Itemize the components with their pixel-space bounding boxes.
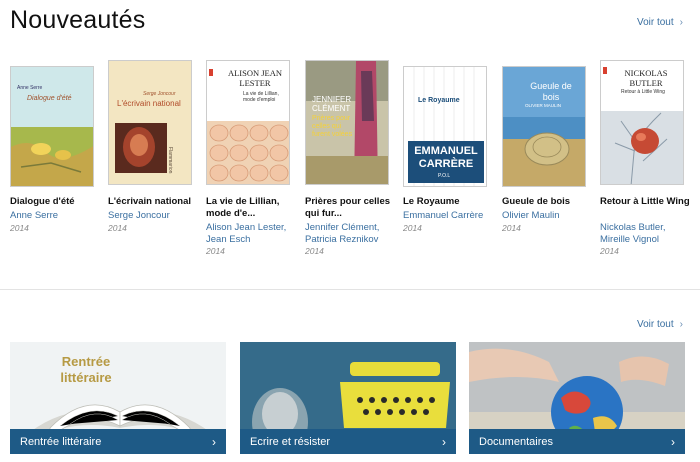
book-cover[interactable]: Gueule de bois OLIVIER MAULIN [502,66,586,187]
chevron-right-icon: › [679,319,683,330]
category-tile-ecrire-et-resister[interactable]: Ecrire et résister › [240,342,456,454]
book-title[interactable]: Retour à Little Wing [600,196,692,208]
tile-label: Ecrire et résister [250,435,331,448]
book-year: 2014 [108,223,127,233]
voir-tout-link-categories[interactable]: Voir tout › [637,319,683,330]
page-title: Nouveautés [10,6,146,34]
book-year: 2014 [403,223,422,233]
book-year: 2014 [206,246,225,256]
cover-author: Serge Joncour [143,91,176,97]
tile-art-title: Rentrée littéraire [60,354,112,385]
book-cover[interactable]: NICKOLAS BUTLER Retour à Little Wing [600,60,684,185]
tile-caption-bar[interactable]: Ecrire et résister › [240,429,456,454]
category-tile-documentaires[interactable]: Documentaires › [469,342,685,454]
tile-label: Documentaires [479,435,553,448]
cover-author: JENNIFER CLÉMENT [312,95,352,113]
book-author[interactable]: Anne Serre [10,210,104,222]
book-cover[interactable]: ALISON JEAN LESTER La vie de Lillian, mo… [206,60,290,185]
cover-publisher: Flammarion [167,147,173,174]
cover-title: La vie de Lillian, mode d'emploi [243,91,279,103]
chevron-right-icon: › [679,17,683,28]
tile-label: Rentrée littéraire [20,435,102,448]
cover-author: NICKOLAS BUTLER [624,68,668,88]
book-title[interactable]: L'écrivain national [108,196,200,208]
book-cover[interactable]: Serge Joncour L'écrivain national Flamma… [108,60,192,185]
book-author[interactable]: Olivier Maulin [502,210,596,222]
book-author[interactable]: Serge Joncour [108,210,202,222]
cover-title: Le Royaume [418,97,460,104]
book-year: 2014 [502,223,521,233]
book-author[interactable]: Jennifer Clément, Patricia Reznikov [305,222,399,246]
cover-art [109,61,191,184]
book-year: 2014 [600,246,619,256]
cover-title: Dialogue d'été [27,95,72,102]
book-author[interactable]: Nickolas Butler, Mireille Vignol [600,222,694,246]
book-cover[interactable]: Anne Serre Dialogue d'été [10,66,94,187]
cover-publisher: P.O.L [438,173,451,179]
cover-author: OLIVIER MAULIN [525,103,562,108]
book-title[interactable]: Gueule de bois [502,196,594,208]
book-cover[interactable]: Le Royaume EMMANUEL CARRÈRE P.O.L [403,66,487,187]
voir-tout-label: Voir tout [636,319,674,330]
book-title[interactable]: La vie de Lillian, mode d'e... [206,196,298,220]
cover-title: Retour à Little Wing [621,89,665,95]
book-cover[interactable]: JENNIFER CLÉMENT Prières pour celles qui… [305,60,389,185]
book-author[interactable]: Emmanuel Carrère [403,210,497,222]
tile-caption-bar[interactable]: Rentrée littéraire › [10,429,226,454]
cover-title: Prières pour celles qui furent volées [312,115,353,138]
chevron-right-icon: › [671,435,675,449]
book-year: 2014 [305,246,324,256]
chevron-right-icon: › [212,435,216,449]
book-year: 2014 [10,223,29,233]
new-books-list: Anne Serre Dialogue d'été Dialogue d'été… [0,60,700,260]
cover-title: Gueule de bois [530,81,572,102]
cover-author: Anne Serre [17,85,43,91]
category-tile-rentree-litteraire[interactable]: Rentrée littéraire Rentrée littéraire › [10,342,226,454]
voir-tout-link-nouveautes[interactable]: Voir tout › [637,17,683,28]
cover-author: ALISON JEAN LESTER [227,68,283,88]
cover-title: L'écrivain national [117,99,181,108]
book-title[interactable]: Le Royaume [403,196,495,208]
book-title[interactable]: Dialogue d'été [10,196,102,208]
book-title[interactable]: Prières pour celles qui fur... [305,196,397,220]
cover-author: EMMANUEL CARRÈRE [414,145,478,170]
section-divider [0,289,700,290]
tile-caption-bar[interactable]: Documentaires › [469,429,685,454]
book-author[interactable]: Alison Jean Lester, Jean Esch [206,222,300,246]
voir-tout-label: Voir tout [636,17,674,28]
chevron-right-icon: › [442,435,446,449]
